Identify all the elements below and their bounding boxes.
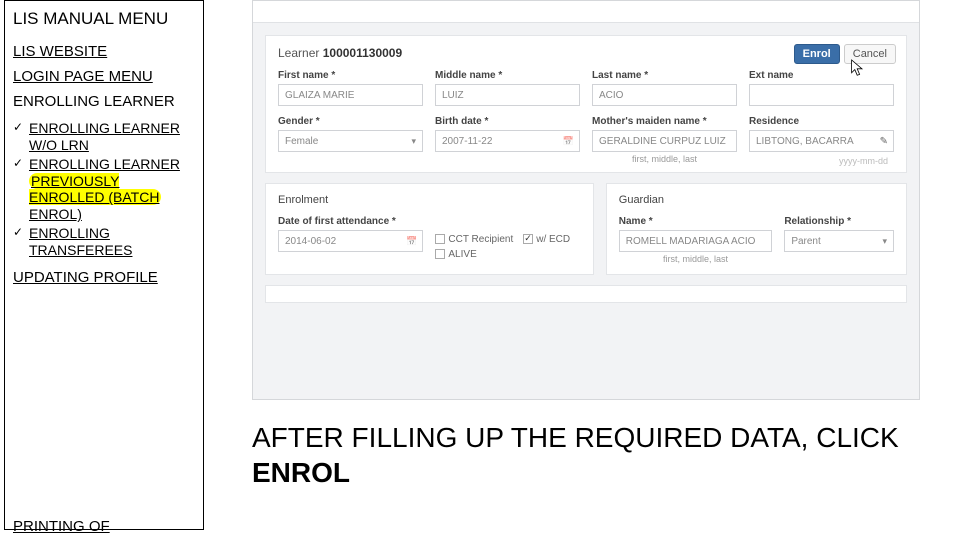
enrol-button[interactable]: Enrol — [794, 44, 840, 64]
screenshot-topbar — [253, 1, 919, 23]
link-updating-profile[interactable]: UPDATING PROFILE — [13, 269, 195, 286]
attendance-label: Date of first attendance * — [278, 216, 423, 227]
firstname-field[interactable]: GLAIZA MARIE — [278, 84, 423, 106]
cct-checkbox[interactable]: CCT Recipient — [435, 234, 513, 245]
instruction-text: AFTER FILLING UP THE REQUIRED DATA, CLIC… — [252, 420, 952, 490]
attendance-field[interactable]: 2014-06-02 — [278, 230, 423, 252]
guardian-name-field[interactable]: ROMELL MADARIAGA ACIO — [619, 230, 773, 252]
form-screenshot: Learner 100001130009 Enrol Cancel yyyy-m… — [252, 0, 920, 400]
guardian-name-label: Name * — [619, 216, 773, 227]
birthdate-field[interactable]: 2007-11-22 — [435, 130, 580, 152]
guardian-panel: Guardian Name * ROMELL MADARIAGA ACIO firs… — [606, 183, 907, 275]
middlename-label: Middle name * — [435, 70, 580, 81]
learner-id: 100001130009 — [323, 46, 402, 60]
relationship-label: Relationship * — [784, 216, 894, 227]
lastname-label: Last name * — [592, 70, 737, 81]
lastname-field[interactable]: ACIO — [592, 84, 737, 106]
sub-item-transferees[interactable]: ENROLLING TRANSFEREES — [13, 225, 195, 259]
sidebar-current: ENROLLING LEARNER — [13, 93, 195, 110]
mother-label: Mother's maiden name * — [592, 116, 737, 127]
sidebar-sublist: ENROLLING LEARNER W/O LRN ENROLLING LEAR… — [13, 120, 195, 258]
firstname-label: First name * — [278, 70, 423, 81]
gender-select[interactable]: Female — [278, 130, 423, 152]
learner-panel: Learner 100001130009 Enrol Cancel yyyy-m… — [265, 35, 907, 173]
gender-label: Gender * — [278, 116, 423, 127]
extname-field[interactable] — [749, 84, 894, 106]
residence-label: Residence — [749, 116, 894, 127]
birthdate-label: Birth date * — [435, 116, 580, 127]
relationship-select[interactable]: Parent — [784, 230, 894, 252]
enrolment-title: Enrolment — [278, 194, 581, 206]
enrolment-panel: Enrolment Date of first attendance * 2014… — [265, 183, 594, 275]
middlename-field[interactable]: LUIZ — [435, 84, 580, 106]
ecd-checkbox[interactable]: w/ ECD — [523, 234, 570, 245]
link-printing[interactable]: PRINTING OF — [13, 518, 110, 535]
residence-field[interactable]: LIBTONG, BACARRA — [749, 130, 894, 152]
sub-item-no-lrn[interactable]: ENROLLING LEARNER W/O LRN — [13, 120, 195, 154]
link-lis-website[interactable]: LIS WEBSITE — [13, 43, 195, 60]
guardian-hint: first, middle, last — [619, 254, 773, 264]
birthdate-placeholder: yyyy-mm-dd — [839, 156, 888, 166]
link-login-page[interactable]: LOGIN PAGE MENU — [13, 68, 195, 85]
sub-item-batch-enrol[interactable]: ENROLLING LEARNER PREVIOUSLY ENROLLED (B… — [13, 156, 195, 223]
alive-checkbox[interactable]: ALIVE — [435, 249, 476, 260]
sidebar-title: LIS MANUAL MENU — [13, 9, 195, 29]
mother-field[interactable]: GERALDINE CURPUZ LUIZ — [592, 130, 737, 152]
sidebar: LIS MANUAL MENU LIS WEBSITE LOGIN PAGE M… — [4, 0, 204, 530]
mother-hint: first, middle, last — [592, 154, 737, 164]
cursor-icon — [850, 58, 866, 78]
extname-label: Ext name — [749, 70, 894, 81]
guardian-title: Guardian — [619, 194, 894, 206]
